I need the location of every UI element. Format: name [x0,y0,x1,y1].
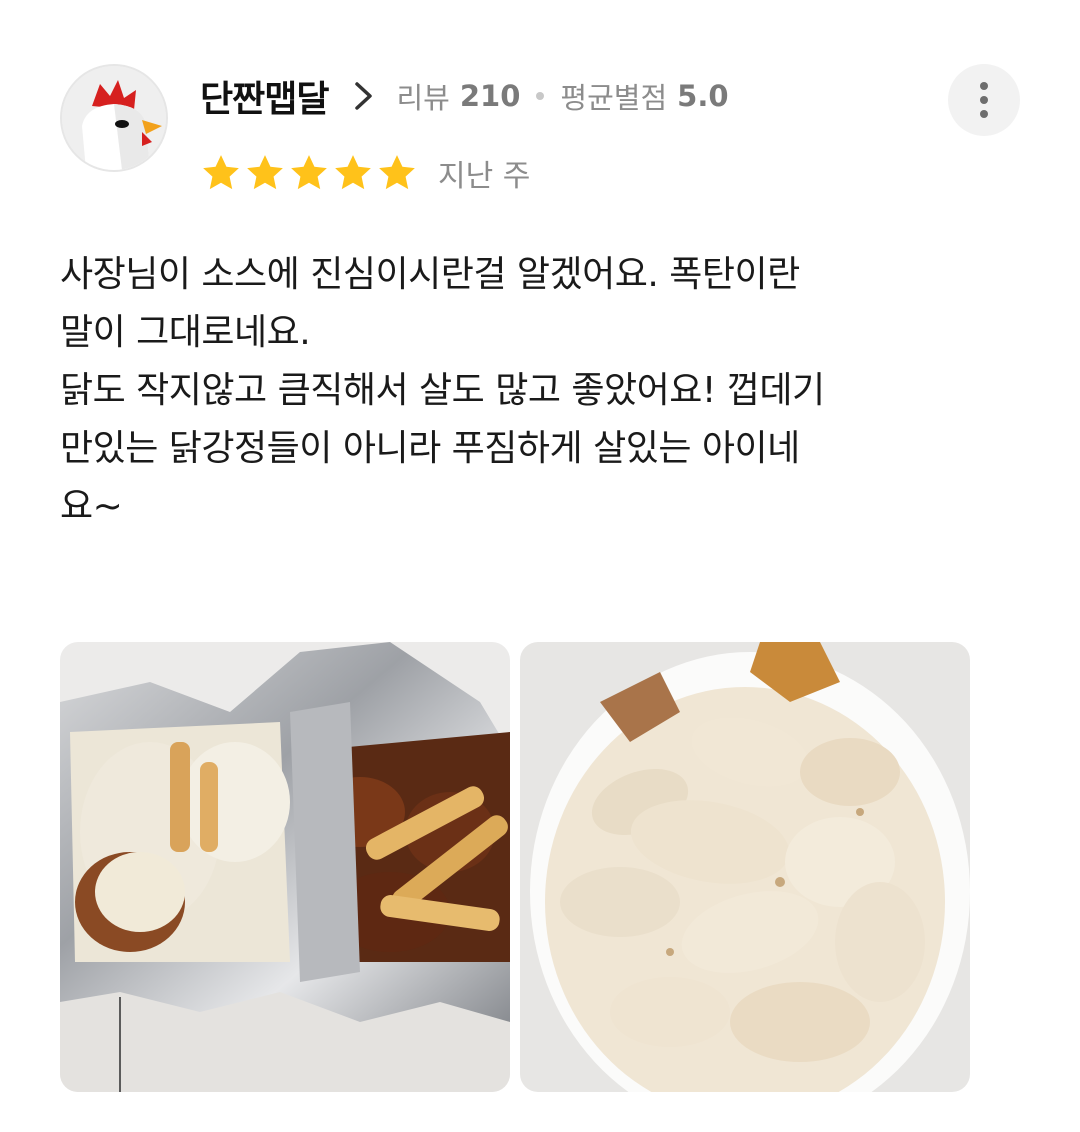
rating-row: 지난 주 [200,150,530,196]
average-rating-value: 5.0 [677,79,729,113]
separator-dot [536,92,545,100]
photo-gallery [60,642,970,1092]
review-count: 리뷰 210 [396,75,520,117]
author-row: 단짠맵달 리뷰 210 평균별점 5.0 [200,68,729,124]
review-date: 지난 주 [438,159,531,194]
food-photo-sauced-chicken [60,642,510,1092]
star-icon [247,155,283,190]
star-icon [335,155,371,190]
star-icon [379,155,415,190]
review-photo-1[interactable] [60,642,510,1092]
review-body: 사장님이 소스에 진심이시란걸 알겠어요. 폭탄이란 말이 그대로네요. 닭도 … [60,254,825,527]
review-count-label: 리뷰 [396,81,450,115]
food-photo-powdered-chicken [520,642,970,1092]
review-header: 단짠맵달 리뷰 210 평균별점 5.0 지난 주 [0,0,1080,210]
star-icon [203,155,239,190]
chevron-right-icon[interactable] [342,74,386,118]
review-count-value: 210 [459,79,521,113]
average-rating: 평균별점 5.0 [560,75,728,117]
chicken-mascot-icon [62,66,166,170]
review-photo-2[interactable] [520,642,970,1092]
star-icon [291,155,327,190]
more-options-button[interactable] [948,64,1020,136]
average-rating-label: 평균별점 [560,81,668,115]
author-nickname[interactable]: 단짠맵달 [200,70,329,122]
avatar[interactable] [60,64,168,172]
kebab-vertical-icon [980,82,988,90]
star-rating [200,152,418,194]
